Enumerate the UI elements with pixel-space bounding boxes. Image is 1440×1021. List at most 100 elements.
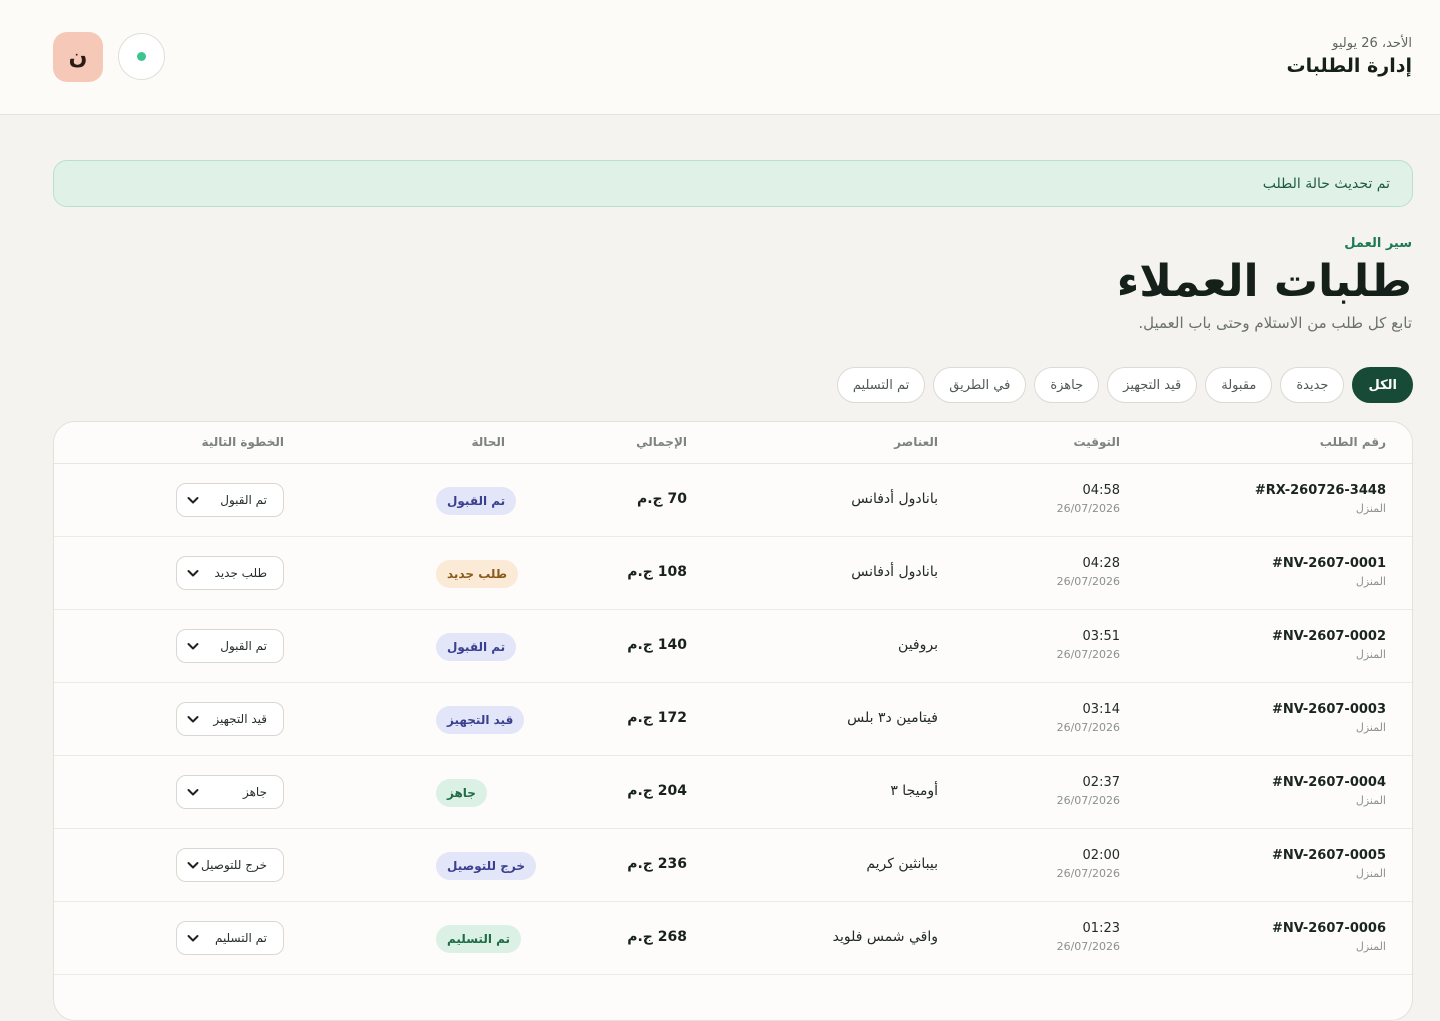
filter-chip[interactable]: قيد التجهيز [1107,367,1198,403]
table-body: #RX-260726-3448 المنزل 04:58 26/07/2026 بانا… [54,464,1412,975]
time-cell: 03:51 26/07/2026 [1057,629,1120,661]
order-number[interactable]: #NV-2607-0002 [1272,629,1386,644]
next-step-cell: تم القبول [176,483,284,517]
order-number[interactable]: #NV-2607-0003 [1272,702,1386,717]
header-items: العناصر [894,435,938,449]
next-step-select[interactable]: خرج للتوصيل [176,848,284,882]
status-cell: جاهز [436,779,487,807]
order-date: 26/07/2026 [1056,502,1120,515]
order-cell: #NV-2607-0002 المنزل [1272,629,1386,661]
status-badge: خرج للتوصيل [436,852,536,880]
table-row[interactable]: #NV-2607-0004 المنزل 02:37 26/07/2026 أوميجا… [54,756,1412,829]
order-total: 172 ج.م [627,710,687,726]
header-titles: الأحد، 26 يوليو إدارة الطلبات [1287,36,1412,77]
order-cell: #NV-2607-0005 المنزل [1272,848,1386,880]
table-row[interactable]: #NV-2607-0002 المنزل 03:51 26/07/2026 بروفين… [54,610,1412,683]
order-date: 26/07/2026 [1056,648,1120,661]
time-cell: 02:37 26/07/2026 [1057,775,1120,807]
header-status: الحالة [471,435,505,449]
next-step-cell: تم التسليم [176,921,284,955]
status-cell: طلب جديد [436,560,519,588]
order-time: 02:00 [1082,848,1120,863]
time-cell: 02:00 26/07/2026 [1057,848,1120,880]
table-row[interactable]: #NV-2607-0006 المنزل 01:23 26/07/2026 واقي ش… [54,902,1412,975]
order-date: 26/07/2026 [1056,940,1120,953]
order-time: 03:14 [1082,702,1120,717]
chevron-down-icon [185,711,201,727]
next-step-select[interactable]: تم القبول [176,629,284,663]
table-row[interactable]: #RX-260726-3448 المنزل 04:58 26/07/2026 بانا… [54,464,1412,537]
next-step-cell: جاهز [176,775,284,809]
next-step-select[interactable]: قيد التجهيز [176,702,284,736]
order-cell: #NV-2607-0006 المنزل [1272,921,1386,953]
chevron-down-icon [185,638,201,654]
order-total: 70 ج.م [636,491,687,507]
app-title: إدارة الطلبات [1286,55,1412,77]
order-items: بيبانثين كريم [866,856,938,872]
order-cell: #NV-2607-0001 المنزل [1272,556,1386,588]
section-eyebrow: سير العمل [1344,236,1412,251]
next-step-cell: قيد التجهيز [176,702,284,736]
status-badge: تم التسليم [436,925,522,953]
status-badge: طلب جديد [436,560,519,588]
next-step-cell: تم القبول [176,629,284,663]
filter-chips: الكل جديدة مقبولة قيد التجهيز جاهزة في الطريق… [836,367,1413,403]
filter-chip[interactable]: الكل [1352,367,1413,403]
delivery-type: المنزل [1355,794,1386,807]
order-items: بانادول أدفانس [851,491,938,507]
page-subtitle: تابع كل طلب من الاستلام وحتى باب العميل. [1138,314,1412,332]
success-alert: تم تحديث حالة الطلب [53,160,1413,207]
online-status-dot-icon [137,52,146,61]
order-items: بروفين [898,637,938,653]
filter-chip[interactable]: في الطريق [933,367,1027,403]
status-cell: قيد التجهيز [436,706,525,734]
status-badge: تم القبول [436,633,517,661]
header-total: الإجمالي [636,435,687,449]
order-number[interactable]: #NV-2607-0004 [1272,775,1386,790]
chevron-down-icon [185,784,201,800]
time-cell: 01:23 26/07/2026 [1057,921,1120,953]
next-step-select[interactable]: تم القبول [176,483,284,517]
filter-chip[interactable]: مقبولة [1205,367,1273,403]
order-cell: #NV-2607-0003 المنزل [1272,702,1386,734]
order-items: أوميجا ٣ [890,783,938,799]
order-date: 26/07/2026 [1056,721,1120,734]
order-date: 26/07/2026 [1056,867,1120,880]
avatar[interactable]: ن [53,32,103,82]
order-items: واقي شمس فلويد [832,929,938,945]
table-header: رقم الطلب التوقيت العناصر الإجمالي الحال… [54,422,1412,464]
next-step-select[interactable]: تم التسليم [176,921,284,955]
table-row[interactable]: #NV-2607-0005 المنزل 02:00 26/07/2026 بيبانث… [54,829,1412,902]
next-step-select[interactable]: جاهز [176,775,284,809]
order-total: 204 ج.م [627,783,687,799]
order-cell: #RX-260726-3448 المنزل [1255,483,1386,515]
chevron-down-icon [185,930,201,946]
order-total: 108 ج.م [627,564,687,580]
filter-chip[interactable]: جاهزة [1034,367,1100,403]
next-step-value: تم التسليم [214,931,267,945]
alert-message: تم تحديث حالة الطلب [1262,175,1390,192]
order-number[interactable]: #NV-2607-0001 [1272,556,1386,571]
order-date: 26/07/2026 [1056,575,1120,588]
order-items: فيتامين د٣ بلس [847,710,938,726]
chevron-down-icon [185,857,201,873]
time-cell: 04:28 26/07/2026 [1057,556,1120,588]
next-step-value: خرج للتوصيل [201,858,267,872]
status-cell: تم القبول [436,487,517,515]
order-number[interactable]: #NV-2607-0006 [1272,921,1386,936]
delivery-type: المنزل [1355,721,1386,734]
chevron-down-icon [185,492,201,508]
order-time: 02:37 [1082,775,1120,790]
order-number[interactable]: #NV-2607-0005 [1272,848,1386,863]
page-title: طلبات العملاء [1116,256,1413,307]
header-order: رقم الطلب [1319,435,1386,449]
status-badge: قيد التجهيز [436,706,525,734]
filter-chip[interactable]: جديدة [1280,367,1345,403]
filter-chip[interactable]: تم التسليم [836,367,926,403]
status-indicator-button[interactable] [118,33,165,80]
header-date: الأحد، 26 يوليو [1332,36,1412,51]
order-number[interactable]: #RX-260726-3448 [1255,483,1386,498]
next-step-select[interactable]: طلب جديد [176,556,284,590]
table-row[interactable]: #NV-2607-0003 المنزل 03:14 26/07/2026 فيتامي… [54,683,1412,756]
table-row[interactable]: #NV-2607-0001 المنزل 04:28 26/07/2026 بانادو… [54,537,1412,610]
